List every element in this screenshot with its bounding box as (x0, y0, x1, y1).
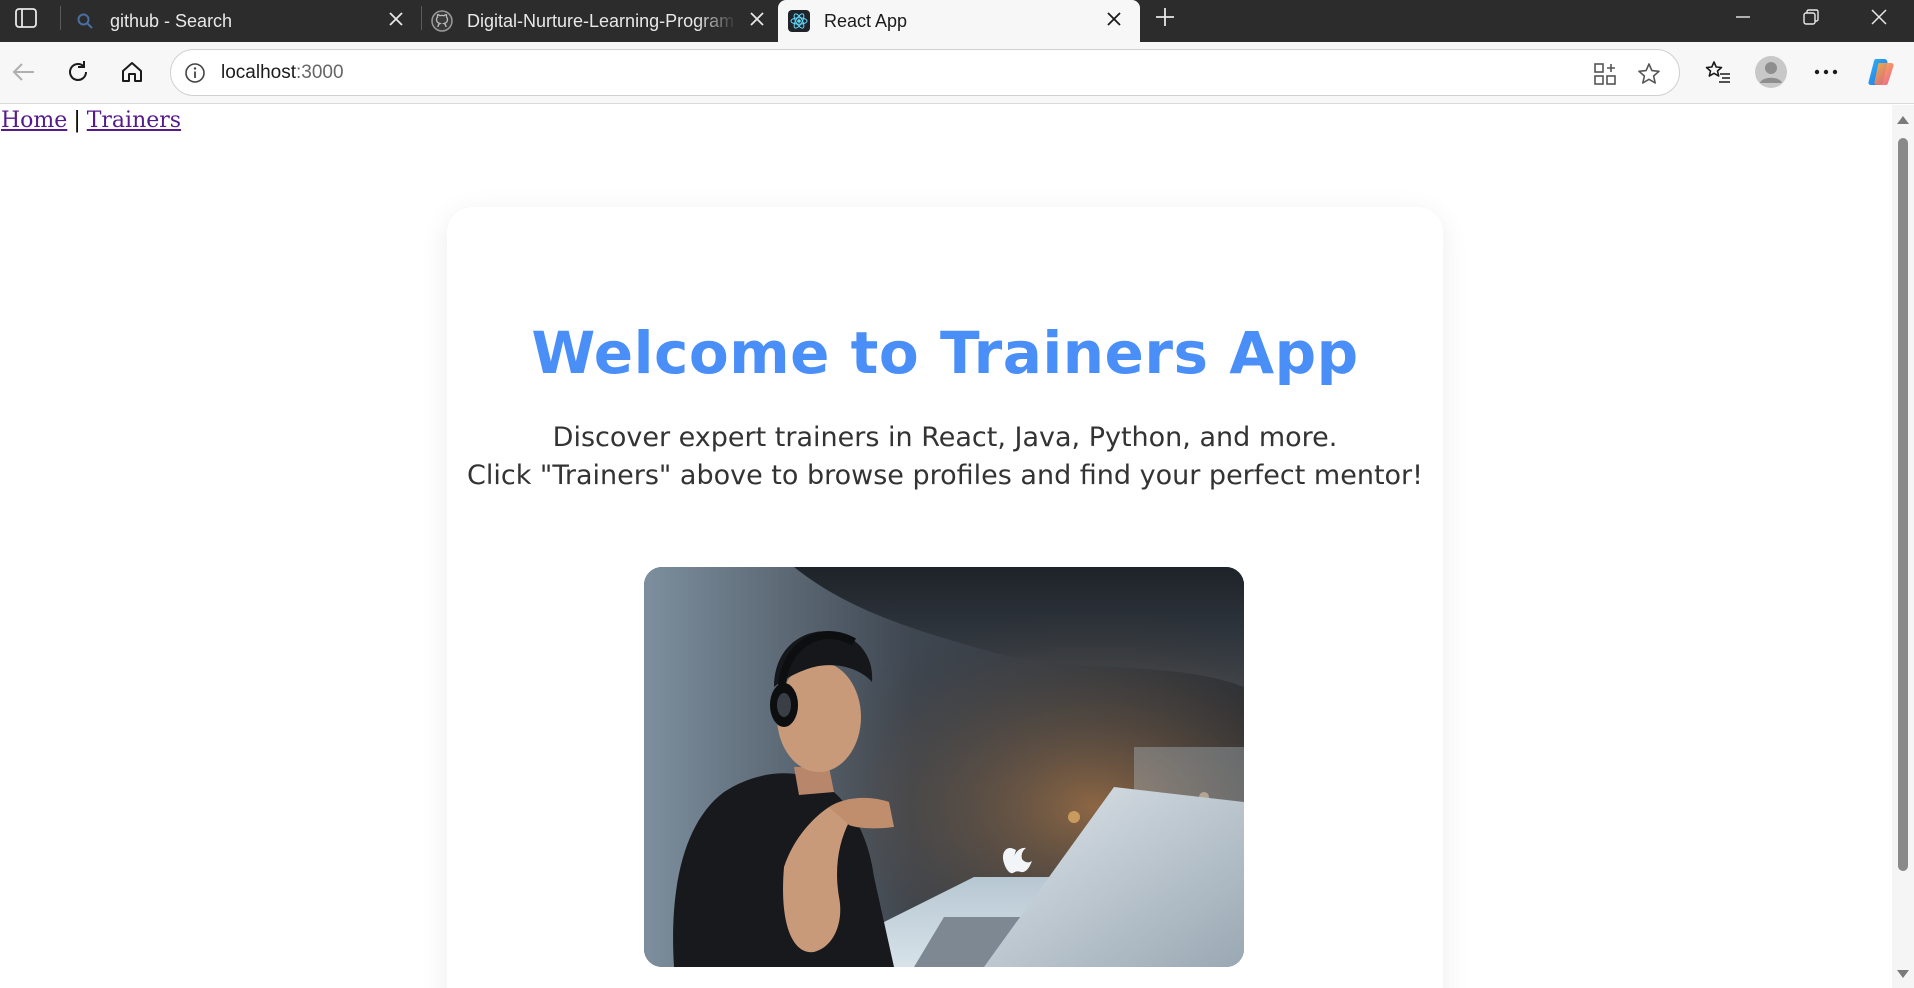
nav-separator: | (73, 108, 81, 133)
tab-title: github - Search (110, 10, 233, 31)
more-icon (1814, 69, 1838, 75)
minimize-icon (1736, 16, 1750, 18)
top-nav: Home | Trainers (1, 108, 181, 133)
nav-link-home[interactable]: Home (1, 108, 67, 133)
tab-separator (60, 6, 61, 30)
url-port: :3000 (296, 62, 344, 83)
minimize-button[interactable] (1714, 0, 1772, 34)
home-icon (122, 62, 142, 82)
browser-toolbar: localhost:3000 (0, 42, 1914, 104)
tab-digital-nurture[interactable]: Digital-Nurture-Learning-Program (431, 0, 776, 42)
tab-actions-icon (15, 8, 37, 28)
tab-strip: github - Search Digital-Nurture-Learning… (0, 0, 1914, 42)
back-arrow-icon (12, 63, 34, 81)
address-bar[interactable]: localhost:3000 (170, 49, 1680, 96)
favorites-button[interactable] (1698, 52, 1738, 92)
react-icon (788, 10, 810, 32)
close-tab-icon[interactable] (382, 5, 410, 33)
tab-title: Digital-Nurture-Learning-Program (467, 10, 735, 31)
tab-github-search[interactable]: github - Search (74, 0, 414, 42)
favorite-star-button[interactable] (1633, 58, 1665, 90)
close-tab-icon[interactable] (743, 5, 771, 33)
tab-separator (421, 6, 422, 30)
hero-image (644, 567, 1244, 967)
vertical-scrollbar[interactable] (1892, 105, 1914, 988)
favorites-icon (1705, 61, 1730, 83)
copilot-icon (1868, 59, 1894, 85)
close-window-button[interactable] (1850, 0, 1908, 34)
tab-title: React App (824, 10, 908, 31)
home-button[interactable] (112, 52, 152, 92)
tab-react-app[interactable]: React App (778, 0, 1140, 42)
profile-button[interactable] (1751, 52, 1791, 92)
scrollbar-thumb[interactable] (1898, 138, 1908, 871)
apps-icon (1594, 63, 1616, 85)
github-icon (431, 10, 453, 32)
avatar (1755, 56, 1787, 88)
page-viewport: Home | Trainers Welcome to Trainers App Di… (0, 105, 1892, 988)
nav-link-trainers[interactable]: Trainers (87, 108, 181, 133)
refresh-icon (69, 61, 87, 81)
close-icon (1871, 9, 1887, 25)
more-options-button[interactable] (1806, 52, 1846, 92)
star-icon (1638, 63, 1660, 84)
scroll-down-arrow-icon[interactable] (1896, 967, 1910, 981)
tab-actions-button[interactable] (10, 4, 42, 32)
restore-icon (1803, 9, 1819, 25)
new-tab-button[interactable] (1150, 2, 1180, 32)
close-tab-icon[interactable] (1100, 5, 1128, 33)
copilot-button[interactable] (1861, 52, 1901, 92)
site-info-icon[interactable] (181, 59, 209, 87)
url-host: localhost (221, 62, 296, 83)
restore-button[interactable] (1782, 0, 1840, 34)
refresh-button[interactable] (58, 52, 98, 92)
description-line-2: Click "Trainers" above to browse profile… (467, 460, 1423, 491)
back-button[interactable] (4, 52, 44, 92)
welcome-card: Welcome to Trainers App Discover expert … (447, 207, 1443, 988)
page-title: Welcome to Trainers App (531, 319, 1359, 387)
scroll-up-arrow-icon[interactable] (1896, 113, 1910, 127)
welcome-description: Discover expert trainers in React, Java,… (447, 419, 1443, 495)
url-text[interactable]: localhost:3000 (221, 62, 344, 84)
description-line-1: Discover expert trainers in React, Java,… (552, 422, 1338, 453)
search-icon (74, 10, 96, 32)
plus-icon (1156, 8, 1174, 26)
app-available-button[interactable] (1589, 58, 1621, 90)
